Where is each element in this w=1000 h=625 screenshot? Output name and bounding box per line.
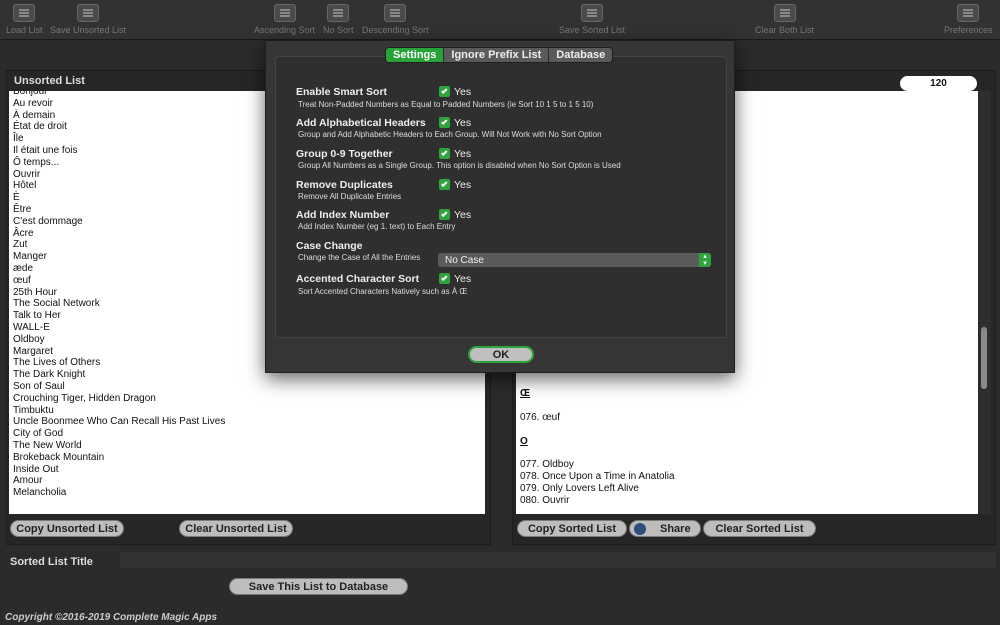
option-desc: Sort Accented Characters Natively such a…: [298, 287, 468, 296]
copy-unsorted-list-button[interactable]: Copy Unsorted List: [10, 520, 124, 537]
sorted-header-oe: Œ: [520, 388, 530, 399]
copyright: Copyright ©2016-2019 Complete Magic Apps: [5, 612, 218, 623]
no-sort-icon: [327, 4, 350, 22]
sorted-item: 077. Oldboy: [520, 459, 574, 471]
option-desc: Treat Non-Padded Numbers as Equal to Pad…: [298, 100, 594, 109]
list-item: Amour: [13, 475, 43, 487]
remove-duplicates-checkbox[interactable]: [439, 179, 450, 190]
smart-sort-checkbox[interactable]: [439, 86, 450, 97]
option-title: Accented Character Sort: [296, 273, 420, 285]
save-sorted-list-label: Save Sorted List: [559, 25, 626, 35]
save-to-database-button[interactable]: Save This List to Database: [229, 578, 408, 595]
option-title: Enable Smart Sort: [296, 86, 388, 98]
item-count: 120: [900, 76, 977, 91]
save-unsorted-list-label: Save Unsorted List: [50, 25, 127, 35]
copy-sorted-list-button[interactable]: Copy Sorted List: [517, 520, 627, 537]
case-change-select[interactable]: No Case ▴ ▾: [438, 253, 711, 267]
checkbox-label: Yes: [454, 273, 472, 285]
checkbox-label: Yes: [454, 86, 472, 98]
option-desc: Remove All Duplicate Entries: [298, 192, 402, 201]
no-sort-label: No Sort: [323, 25, 354, 35]
option-desc: Group All Numbers as a Single Group. Thi…: [298, 161, 621, 170]
share-icon: [634, 522, 646, 535]
clear-unsorted-list-button[interactable]: Clear Unsorted List: [179, 520, 293, 537]
tab-settings[interactable]: Settings: [386, 48, 445, 62]
sorted-list-title-input[interactable]: [119, 551, 997, 569]
list-item: City of God: [13, 428, 64, 440]
sorted-item: 079. Only Lovers Left Alive: [520, 482, 639, 494]
save-unsorted-list-button[interactable]: Save Unsorted List: [50, 4, 126, 35]
save-sorted-list-button[interactable]: Save Sorted List: [559, 4, 625, 35]
descending-sort-label: Descending Sort: [362, 25, 429, 35]
clear-sorted-list-button[interactable]: Clear Sorted List: [703, 520, 816, 537]
group-numbers-checkbox[interactable]: [439, 148, 450, 159]
tab-ignore-prefix-list[interactable]: Ignore Prefix List: [444, 48, 550, 62]
option-desc: Add Index Number (eg 1. text) to Each En…: [298, 222, 456, 231]
tab-database[interactable]: Database: [549, 48, 613, 62]
sorted-scrollbar[interactable]: [979, 91, 991, 514]
share-button[interactable]: Share: [629, 520, 701, 537]
ascending-sort-button[interactable]: Ascending Sort: [254, 4, 315, 35]
sorted-item: 080. Ouvrir: [520, 494, 570, 506]
descending-icon: [384, 4, 407, 22]
option-title: Remove Duplicates: [296, 179, 393, 191]
list-item: Timbuktu: [13, 404, 54, 416]
settings-box: Enable Smart Sort Yes Treat Non-Padded N…: [275, 56, 727, 338]
no-sort-button[interactable]: No Sort: [323, 4, 354, 35]
list-item: Brokeback Mountain: [13, 451, 105, 463]
sorted-item: 076. œuf: [520, 411, 561, 423]
save-icon: [77, 4, 100, 22]
index-number-checkbox[interactable]: [439, 209, 450, 220]
list-item: Uncle Boonmee Who Can Recall His Past Li…: [13, 416, 226, 428]
preferences-button[interactable]: Preferences: [944, 4, 993, 35]
checkbox-label: Yes: [454, 148, 472, 160]
sorted-items: Œ 076. œuf O 077. Oldboy 078. Once Upon …: [520, 388, 978, 507]
dialog-tabs: Settings Ignore Prefix List Database: [385, 47, 614, 63]
chevron-updown-icon: ▴ ▾: [699, 253, 711, 267]
tools-icon: [957, 4, 980, 22]
checkbox-label: Yes: [454, 209, 472, 221]
toolbar: Load List Save Unsorted List Ascending S…: [0, 0, 1000, 40]
save-icon: [581, 4, 604, 22]
option-title: Add Index Number: [296, 209, 390, 221]
option-title: Group 0-9 Together: [296, 148, 393, 160]
list-item: Son of Saul: [13, 380, 65, 392]
ascending-icon: [273, 4, 296, 22]
list-item: Crouching Tiger, Hidden Dragon: [13, 392, 156, 404]
accented-sort-checkbox[interactable]: [439, 273, 450, 284]
clear-both-list-button[interactable]: Clear Both List: [755, 4, 814, 35]
unsorted-title: Unsorted List: [14, 75, 85, 87]
load-list-label: Load List: [6, 25, 43, 35]
sorted-list-title-label: Sorted List Title: [10, 556, 93, 568]
share-label: Share: [660, 522, 691, 535]
list-item: Inside Out: [13, 463, 59, 475]
ascending-sort-label: Ascending Sort: [254, 25, 316, 35]
list-item: Melancholia: [13, 487, 67, 499]
case-select-value: No Case: [445, 254, 484, 266]
sorted-item: 078. Once Upon a Time in Anatolia: [520, 471, 675, 483]
clear-both-list-label: Clear Both List: [755, 25, 815, 35]
option-desc: Group and Add Alphabetic Headers to Each…: [298, 130, 602, 139]
alpha-headers-checkbox[interactable]: [439, 117, 450, 128]
option-desc: Change the Case of All the Entries: [298, 253, 421, 262]
preferences-label: Preferences: [944, 25, 993, 35]
sorted-header-o: O: [520, 435, 528, 447]
descending-sort-button[interactable]: Descending Sort: [362, 4, 429, 35]
checkbox-label: Yes: [454, 117, 472, 129]
load-list-button[interactable]: Load List: [6, 4, 43, 35]
trash-icon: [773, 4, 796, 22]
scroll-thumb[interactable]: [981, 327, 987, 389]
checkbox-label: Yes: [454, 179, 472, 191]
load-icon: [13, 4, 36, 22]
settings-dialog: Enable Smart Sort Yes Treat Non-Padded N…: [265, 40, 735, 373]
option-title: Case Change: [296, 240, 363, 252]
list-item: The New World: [13, 439, 82, 451]
ok-button[interactable]: OK: [468, 346, 534, 363]
option-title: Add Alphabetical Headers: [296, 117, 426, 129]
